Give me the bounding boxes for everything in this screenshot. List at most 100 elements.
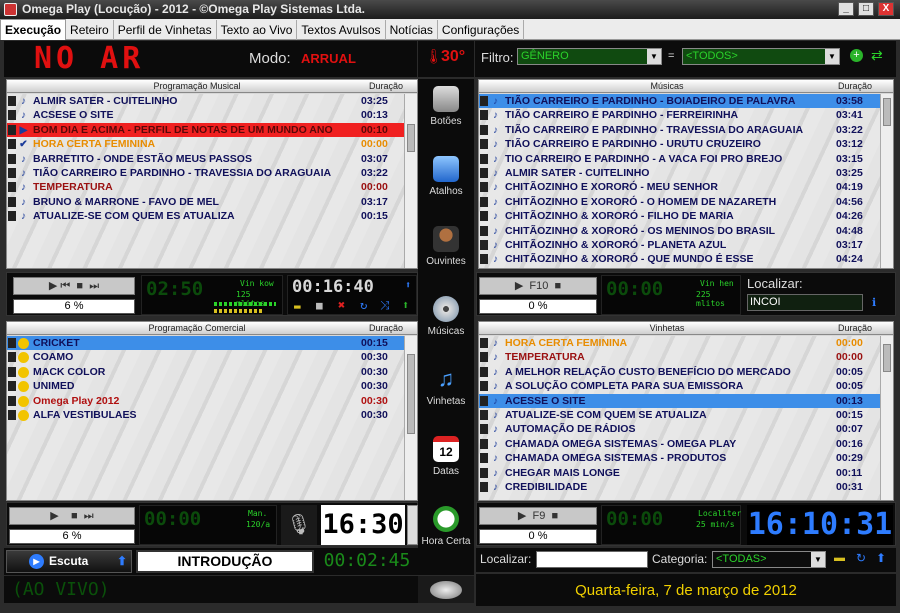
- list-item[interactable]: MACK COLOR 00:30: [7, 365, 405, 379]
- chevron-down-icon[interactable]: ▼: [811, 552, 825, 567]
- filter-field-select[interactable]: GÊNERO ▼: [517, 48, 662, 65]
- add-filter-icon[interactable]: +: [850, 49, 863, 62]
- search-input[interactable]: INCOI: [747, 294, 863, 311]
- list-item[interactable]: ♪ CHEGAR MAIS LONGE 00:11: [479, 466, 881, 480]
- minimize-button[interactable]: _: [838, 2, 854, 16]
- scrollbar[interactable]: [404, 94, 417, 268]
- list-item[interactable]: ♪ TEMPERATURA 00:00: [7, 180, 405, 194]
- play-icon[interactable]: ▶: [515, 280, 523, 292]
- localizar-input[interactable]: [536, 551, 648, 568]
- introduction-button[interactable]: INTRODUÇÃO: [136, 550, 314, 573]
- list-item[interactable]: ♪ TEMPERATURA 00:00: [479, 350, 881, 364]
- list-item[interactable]: ♪ TIÃO CARREIRO E PARDINHO - BOIADEIRO DE…: [479, 94, 881, 109]
- sidebar-item-datas[interactable]: 12 Datas: [418, 436, 474, 477]
- commercial-list[interactable]: CRICKET 00:15 COAMO 00:30 MACK COLOR 00:30 UNI…: [7, 336, 405, 500]
- note-icon[interactable]: ▬: [834, 552, 845, 564]
- clock-scroll[interactable]: [407, 505, 418, 545]
- categoria-select[interactable]: <TODAS> ▼: [712, 551, 826, 568]
- function-key[interactable]: F9: [532, 510, 545, 522]
- list-item[interactable]: ♪ TIO CARREIRO E PARDINHO - A VACA FOI PR…: [479, 152, 881, 166]
- scrollbar[interactable]: [880, 94, 893, 268]
- songs-list[interactable]: ♪ TIÃO CARREIRO E PARDINHO - BOIADEIRO DE…: [479, 94, 881, 268]
- arrow-up-icon[interactable]: ⬆: [117, 551, 127, 572]
- scrollbar-thumb[interactable]: [407, 124, 415, 152]
- list-item[interactable]: ♪ HORA CERTA FEMININA 00:00: [479, 336, 881, 350]
- list-item[interactable]: ♪ CHITÃOZINHO E XORORÓ - O HOMEM DE NAZAR…: [479, 195, 881, 209]
- tab-configuracoes[interactable]: Configurações: [438, 20, 525, 40]
- stop-icon[interactable]: ■: [71, 510, 78, 522]
- delete-icon[interactable]: ✖: [338, 298, 345, 312]
- list-item[interactable]: ♪ TIÃO CARREIRO E PARDINHO - URUTU CRUZEI…: [479, 137, 881, 151]
- reload-icon[interactable]: ↻: [856, 551, 866, 565]
- list-item[interactable]: ♪ ATUALIZE-SE COM QUEM ES ATUALIZA 00:15: [7, 209, 405, 223]
- tab-noticias[interactable]: Notícias: [386, 20, 438, 40]
- stop-icon[interactable]: ■: [555, 280, 562, 292]
- shuffle-icon[interactable]: ⤨: [380, 298, 390, 313]
- chevron-down-icon[interactable]: ▼: [647, 49, 661, 64]
- info-icon[interactable]: ⬆: [405, 280, 411, 291]
- list-item[interactable]: ♪ CREDIBILIDADE 00:31: [479, 480, 881, 494]
- scrollbar-thumb[interactable]: [883, 98, 891, 126]
- tab-execucao[interactable]: Execução: [0, 19, 67, 40]
- list-item[interactable]: ♪ ALMIR SATER - CUITELINHO 03:25: [479, 166, 881, 180]
- list-item[interactable]: Omega Play 2012 00:30: [7, 394, 405, 408]
- escuta-button[interactable]: ▶ Escuta ⬆: [6, 550, 132, 573]
- filter-value-select[interactable]: <TODOS> ▼: [682, 48, 840, 65]
- list-item[interactable]: ♪ TIÃO CARREIRO E PARDINHO - TRAVESSIA DO…: [7, 166, 405, 180]
- arrow-up-icon[interactable]: ⬆: [876, 551, 886, 565]
- list-item[interactable]: ♪ TIÃO CARREIRO E PARDINHO - FERREIRINHA 0…: [479, 108, 881, 122]
- list-item[interactable]: CRICKET 00:15: [7, 336, 405, 351]
- list-item[interactable]: ♪ CHITÃOZINHO E XORORÓ - MEU SENHOR 04:19: [479, 180, 881, 194]
- list-item[interactable]: ♪ A SOLUÇÃO COMPLETA PARA SUA EMISSORA 00:…: [479, 379, 881, 393]
- refresh-icon[interactable]: ⇄: [871, 47, 883, 64]
- sidebar-item-botoes[interactable]: Botões: [418, 86, 474, 127]
- list-item[interactable]: COAMO 00:30: [7, 350, 405, 364]
- vinhetas-list[interactable]: ♪ HORA CERTA FEMININA 00:00 ♪ TEMPERATURA 00:…: [479, 336, 881, 500]
- scrollbar[interactable]: [404, 336, 417, 500]
- list-item[interactable]: ♪ CHITÃOZINHO & XORORÓ - OS MENINOS DO BR…: [479, 224, 881, 238]
- list-item[interactable]: ♪ ACESSE O SITE 00:13: [479, 393, 881, 408]
- reload-icon[interactable]: ↻: [360, 298, 367, 312]
- list-item[interactable]: ♪ CHITÃOZINHO & XORORÓ - QUE MUNDO É ESSE…: [479, 252, 881, 266]
- list-item[interactable]: ♪ TIÃO CARREIRO E PARDINHO - TRAVESSIA DO…: [479, 123, 881, 137]
- list-item[interactable]: ▶ BOM DIA E ACIMA - PERFIL DE NOTAS DE UM…: [7, 122, 405, 138]
- list-item[interactable]: ALFA VESTIBULAES 00:30: [7, 408, 405, 422]
- scrollbar-thumb[interactable]: [407, 354, 415, 434]
- sidebar-item-atalhos[interactable]: Atalhos: [418, 156, 474, 197]
- tab-textos-avulsos[interactable]: Textos Avulsos: [297, 20, 386, 40]
- scrollbar-thumb[interactable]: [883, 344, 891, 372]
- play-icon[interactable]: ▶ ⏮: [49, 280, 70, 292]
- chevron-down-icon[interactable]: ▼: [825, 49, 839, 64]
- scrollbar[interactable]: [880, 336, 893, 500]
- list-item[interactable]: ♪ ACSESE O SITE 00:13: [7, 108, 405, 122]
- list-item[interactable]: ♪ A MELHOR RELAÇÃO CUSTO BENEFÍCIO DO MER…: [479, 365, 881, 379]
- list-item[interactable]: ♪ CHAMADA OMEGA SISTEMAS - PRODUTOS 00:29: [479, 451, 881, 465]
- play-icon[interactable]: ▶: [518, 510, 526, 522]
- list-item[interactable]: UNIMED 00:30: [7, 379, 405, 393]
- next-icon[interactable]: ⏭: [84, 510, 94, 522]
- tab-reteiro[interactable]: Reteiro: [66, 20, 114, 40]
- note-icon[interactable]: ▬: [294, 300, 301, 313]
- sidebar-item-hora-certa[interactable]: Hora Certa: [418, 506, 474, 547]
- sidebar-item-musicas[interactable]: Músicas: [418, 296, 474, 337]
- info-icon[interactable]: ℹ: [872, 296, 876, 309]
- music-program-list[interactable]: ♪ ALMIR SATER - CUITELINHO 03:25 ♪ ACSESE O …: [7, 94, 405, 268]
- arrow-up-icon[interactable]: ⬆: [402, 298, 409, 312]
- list-item[interactable]: ♪ CHITÃOZINHO & XORORÓ - FILHO DE MARIA 04…: [479, 209, 881, 223]
- stop-icon[interactable]: ■: [76, 280, 83, 292]
- list-item[interactable]: ♪ BRUNO & MARRONE - FAVO DE MEL 03:17: [7, 195, 405, 209]
- microphone-icon[interactable]: 🎙: [281, 505, 317, 545]
- save-icon[interactable]: ■: [316, 299, 323, 312]
- list-item[interactable]: ♪ AUTOMAÇÃO DE RÁDIOS 00:07: [479, 422, 881, 436]
- stop-icon[interactable]: ■: [551, 510, 558, 522]
- sidebar-item-vinhetas[interactable]: ♫ Vinhetas: [418, 366, 474, 407]
- next-icon[interactable]: ⏭: [89, 280, 99, 292]
- play-icon[interactable]: ▶: [50, 510, 58, 522]
- function-key[interactable]: F10: [529, 280, 548, 292]
- list-item[interactable]: ♪ BARRETITO - ONDE ESTÃO MEUS PASSOS 03:07: [7, 152, 405, 166]
- tab-texto-ao-vivo[interactable]: Texto ao Vivo: [217, 20, 298, 40]
- list-item[interactable]: ♪ CHITÃOZINHO & XORORÓ - PLANETA AZUL 03:1…: [479, 238, 881, 252]
- disc-icon[interactable]: [418, 576, 474, 603]
- list-item[interactable]: ♪ CHAMADA OMEGA SISTEMAS - OMEGA PLAY 00:1…: [479, 437, 881, 451]
- close-button[interactable]: X: [878, 2, 894, 16]
